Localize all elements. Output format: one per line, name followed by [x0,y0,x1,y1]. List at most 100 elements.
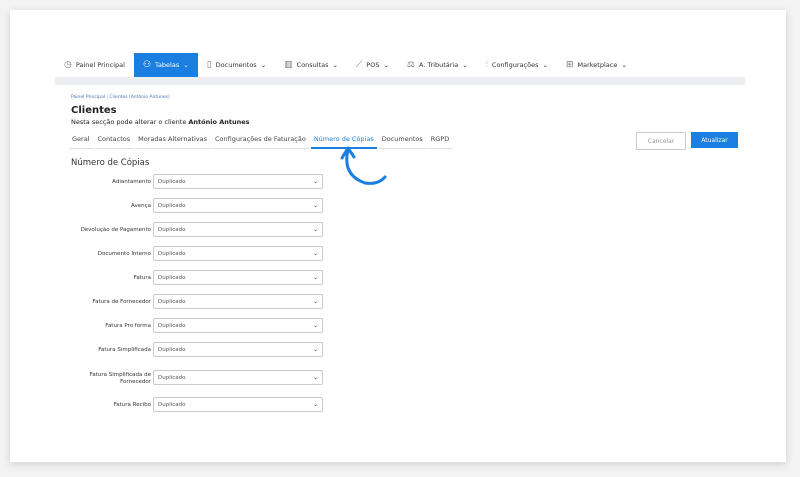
nav-label: Consultas [296,61,329,69]
chevron-down-icon: ⌄ [621,61,627,69]
chevron-down-icon: ⌄ [312,298,318,305]
tax-icon: ⚖ [406,60,415,70]
field-label: Devolução de Pagamento [80,227,151,234]
field-label: Fatura Pro forma [105,323,151,330]
form-row: Fatura de Fornecedor Duplicado ⌄ [63,294,333,311]
nav-label: POS [366,61,380,69]
tab-6[interactable]: RGPD [427,133,453,149]
nav-item-2[interactable]: ▯ Documentos ⌄ [198,53,275,77]
select-value: Duplicado [158,178,186,185]
nav-label: Documentos [215,61,257,69]
nav-item-6[interactable]: ⫶ Configurações ⌄ [477,53,557,77]
curved-arrow-annotation [340,146,387,185]
chevron-down-icon: ⌄ [332,61,338,69]
copies-select[interactable]: Duplicado ⌄ [153,222,323,237]
nav-item-1[interactable]: ⚇ Tabelas ⌄ [133,53,198,77]
tabs: Geral Contactos Moradas Alternativas Config… [69,133,454,149]
field-label: Fatura Recibo [113,402,151,409]
tab-1[interactable]: Contactos [94,133,134,149]
form-row: Fatura Duplicado ⌄ [63,270,333,287]
select-value: Duplicado [158,298,186,305]
copies-select[interactable]: Duplicado ⌄ [153,270,323,285]
section-title: Número de Cópias [71,158,150,168]
form-row: Fatura Pro forma Duplicado ⌄ [63,318,333,335]
tab-0[interactable]: Geral [69,133,93,149]
document-icon: ▯ [206,60,212,70]
content-panel: Painel Principal | Clientes (António Ant… [63,85,745,415]
copies-select[interactable]: Duplicado ⌄ [153,294,323,309]
tab-3[interactable]: Configurações de Faturação [212,133,309,149]
copies-select[interactable]: Duplicado ⌄ [153,342,323,357]
form-row: Documento Interno Duplicado ⌄ [63,246,333,263]
copies-select[interactable]: Duplicado ⌄ [153,370,323,385]
nav-item-0[interactable]: ◷ Painel Principal [55,53,134,77]
chevron-down-icon: ⌄ [312,250,318,257]
chevron-down-icon: ⌄ [542,61,548,69]
nav-label: Configurações [491,61,539,69]
copies-select[interactable]: Duplicado ⌄ [153,397,323,412]
page-subtitle: Nesta secção pode alterar o cliente Antó… [71,118,250,126]
chevron-down-icon: ⌄ [312,226,318,233]
chevron-down-icon: ⌄ [312,178,318,185]
nav-label: A. Tributária [419,61,459,69]
form-row: Fatura Simplificada Duplicado ⌄ [63,342,333,359]
nav-label: Marketplace [577,61,618,69]
sliders-icon: ⫶ [485,60,488,70]
breadcrumb-home[interactable]: Painel Principal [71,95,105,100]
page-title: Clientes [71,105,117,116]
update-button[interactable]: Atualizar [691,132,738,148]
select-value: Duplicado [158,346,186,353]
client-name: António Antunes [188,118,250,126]
select-value: Duplicado [158,401,186,408]
field-label: Avença [131,203,151,210]
form-row: Fatura Simplificada de Fornecedor Duplica… [63,370,333,387]
field-label: Documento Interno [97,251,151,258]
chevron-down-icon: ⌄ [260,61,267,69]
nav-item-5[interactable]: ⚖ A. Tributária ⌄ [398,53,477,77]
cancel-button[interactable]: Cancelar [636,132,686,150]
chevron-down-icon: ⌄ [312,274,318,281]
nav-item-7[interactable]: ⊞ Marketplace ⌄ [557,53,636,77]
select-value: Duplicado [158,226,186,233]
chevron-down-icon: ⌄ [183,61,189,69]
chevron-down-icon: ⌄ [312,401,318,408]
top-nav: ◷ Painel Principal ⚇ Tabelas ⌄ ▯ Documentos ⌄ ▥ C… [55,53,745,77]
pos-icon: ⟋ [355,60,363,70]
copies-select[interactable]: Duplicado ⌄ [153,198,323,213]
chevron-down-icon: ⌄ [312,346,318,353]
select-value: Duplicado [158,202,186,209]
form-row: Avença Duplicado ⌄ [63,198,333,215]
select-value: Duplicado [158,374,186,381]
chevron-down-icon: ⌄ [312,322,318,329]
copies-select[interactable]: Duplicado ⌄ [153,318,323,333]
chevron-down-icon: ⌄ [462,61,468,69]
tab-2[interactable]: Moradas Alternativas [135,133,210,149]
field-label: Fatura Simplificada de Fornecedor [89,371,151,385]
chart-icon: ▥ [284,60,293,70]
nav-item-4[interactable]: ⟋ POS ⌄ [347,53,398,77]
form-row: Adiantamento Duplicado ⌄ [63,174,333,191]
select-value: Duplicado [158,250,186,257]
users-icon: ⚇ [142,60,152,70]
nav-strip [55,77,745,85]
select-value: Duplicado [158,274,186,281]
field-label: Adiantamento [112,179,151,186]
chevron-down-icon: ⌄ [383,61,389,69]
copies-select[interactable]: Duplicado ⌄ [153,174,323,189]
copies-select[interactable]: Duplicado ⌄ [153,246,323,261]
clock-icon: ◷ [64,60,72,70]
breadcrumb: Painel Principal | Clientes (António Ant… [71,95,170,100]
form-row: Devolução de Pagamento Duplicado ⌄ [63,222,333,239]
field-label: Fatura Simplificada [98,347,151,354]
nav-item-3[interactable]: ▥ Consultas ⌄ [275,53,347,77]
nav-label: Tabelas [155,61,180,69]
grid-icon: ⊞ [565,60,574,70]
subtitle-text: Nesta secção pode alterar o cliente [71,118,189,126]
breadcrumb-current: Clientes (António Antunes) [109,95,170,100]
select-value: Duplicado [158,322,186,329]
nav-label: Painel Principal [75,61,125,69]
breadcrumb-sep: | [106,95,108,100]
chevron-down-icon: ⌄ [312,202,318,209]
field-label: Fatura de Fornecedor [92,299,151,306]
chevron-down-icon: ⌄ [312,374,318,381]
